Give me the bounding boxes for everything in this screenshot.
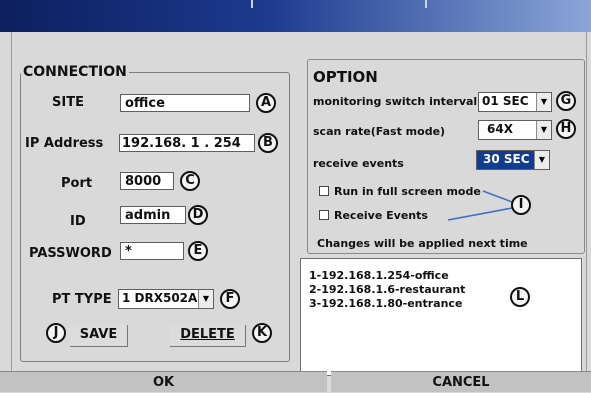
monitoring-interval-value: 01 SEC xyxy=(482,94,529,108)
password-label: PASSWORD xyxy=(29,246,112,261)
chevron-down-icon[interactable]: ▼ xyxy=(534,151,549,169)
cancel-button[interactable]: CANCEL xyxy=(331,371,591,392)
marker-l: L xyxy=(510,287,530,307)
receive-events-select[interactable]: 30 SEC ▼ xyxy=(476,150,550,170)
marker-f: F xyxy=(220,289,240,309)
site-label: SITE xyxy=(52,95,84,110)
port-input[interactable]: 8000 xyxy=(120,172,174,190)
scan-rate-select[interactable]: 64X ▼ xyxy=(478,120,552,140)
delete-button[interactable]: DELETE xyxy=(170,325,246,347)
pt-type-select[interactable]: 1 DRX502A ▼ xyxy=(118,289,214,309)
title-bar-tick xyxy=(251,0,253,8)
marker-c: C xyxy=(180,171,200,191)
receive-events-checkbox[interactable] xyxy=(319,210,329,220)
save-button[interactable]: SAVE xyxy=(70,325,128,347)
port-label: Port xyxy=(61,176,93,191)
marker-k: K xyxy=(252,323,272,343)
left-divider xyxy=(11,32,12,392)
marker-g: G xyxy=(556,91,576,111)
monitoring-interval-select[interactable]: 01 SEC ▼ xyxy=(478,92,552,112)
site-list[interactable]: 1-192.168.1.254-office 2-192.168.1.6-res… xyxy=(300,258,582,376)
marker-i: I xyxy=(511,195,531,215)
marker-a: A xyxy=(256,93,276,113)
receive-events-checkbox-label: Receive Events xyxy=(334,209,428,222)
ip-address-label: IP Address xyxy=(25,136,104,151)
chevron-down-icon[interactable]: ▼ xyxy=(198,290,213,308)
title-bar-tick xyxy=(425,0,427,8)
connection-legend: CONNECTION xyxy=(23,64,127,80)
ok-button[interactable]: OK xyxy=(0,371,327,392)
receive-events-label: receive events xyxy=(313,157,404,170)
list-item[interactable]: 3-192.168.1.80-entrance xyxy=(309,297,462,310)
scan-rate-label: scan rate(Fast mode) xyxy=(313,125,446,138)
right-divider xyxy=(586,32,587,392)
changes-note: Changes will be applied next time xyxy=(317,237,528,250)
marker-d: D xyxy=(188,205,208,225)
receive-events-value: 30 SEC xyxy=(483,152,530,166)
monitoring-interval-label: monitoring switch interval xyxy=(313,95,478,108)
marker-h: H xyxy=(556,119,576,139)
list-item[interactable]: 2-192.168.1.6-restaurant xyxy=(309,283,465,296)
scan-rate-value: 64X xyxy=(487,122,513,136)
title-bar xyxy=(0,0,591,32)
marker-b: B xyxy=(258,133,278,153)
pt-type-label: PT TYPE xyxy=(52,292,112,307)
password-input[interactable]: * xyxy=(120,242,184,260)
chevron-down-icon[interactable]: ▼ xyxy=(536,93,551,111)
marker-e: E xyxy=(188,241,208,261)
chevron-down-icon[interactable]: ▼ xyxy=(536,121,551,139)
full-screen-checkbox[interactable] xyxy=(319,186,329,196)
list-item[interactable]: 1-192.168.1.254-office xyxy=(309,269,449,282)
site-input[interactable]: office xyxy=(120,94,250,112)
ip-address-input[interactable]: 192.168. 1 . 254 xyxy=(119,134,255,152)
callout-lines xyxy=(447,190,513,221)
id-input[interactable]: admin xyxy=(120,206,186,224)
pt-type-value: 1 DRX502A xyxy=(122,291,198,305)
id-label: ID xyxy=(70,214,86,229)
marker-j: J xyxy=(46,323,66,343)
option-title: OPTION xyxy=(313,68,378,86)
